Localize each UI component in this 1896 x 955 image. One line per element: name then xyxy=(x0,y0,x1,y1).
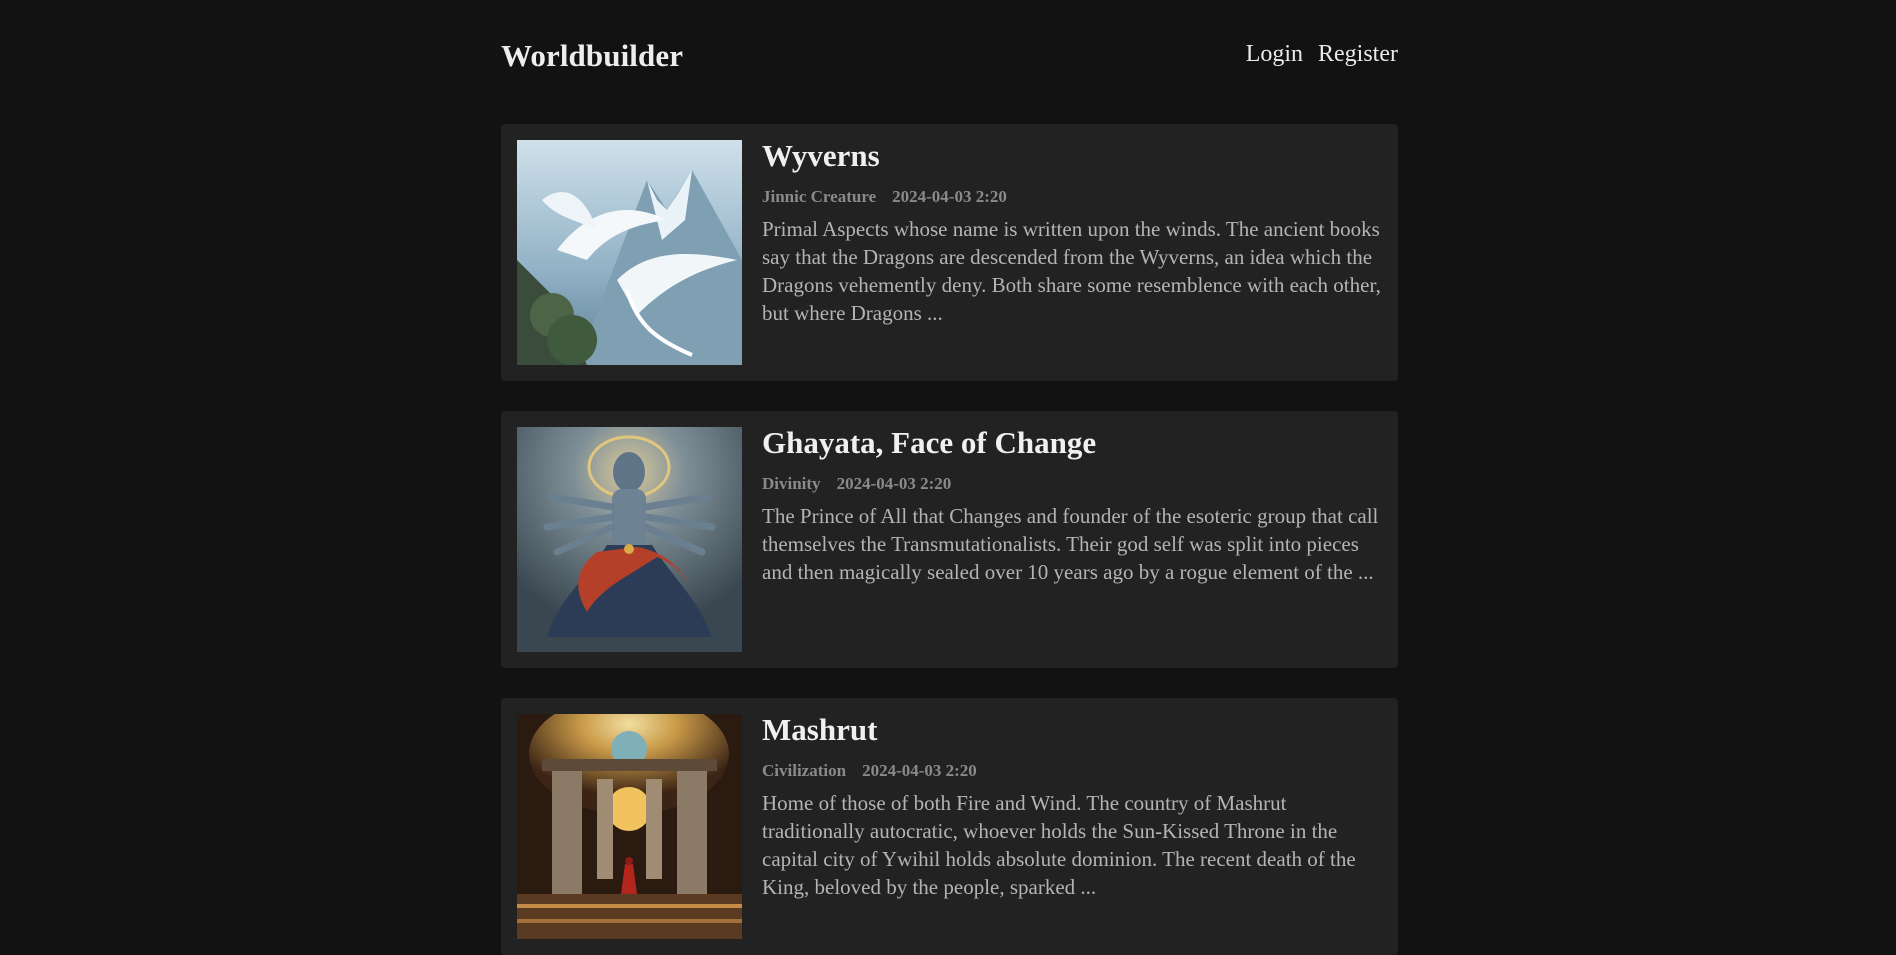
article-category: Jinnic Creature xyxy=(762,186,877,206)
article-excerpt: Primal Aspects whose name is written upo… xyxy=(762,216,1381,325)
article-excerpt: Home of those of both Fire and Wind. The… xyxy=(762,790,1356,899)
article-content: Ghayata, Face of Change Divinity 2024-04… xyxy=(762,426,1384,586)
article-content: Mashrut Civilization 2024-04-03 2:20 Hom… xyxy=(762,713,1384,901)
article-excerpt: The Prince of All that Changes and found… xyxy=(762,503,1379,584)
article-category: Divinity xyxy=(762,473,821,493)
article-title[interactable]: Ghayata, Face of Change xyxy=(762,426,1384,460)
article-card[interactable]: Ghayata, Face of Change Divinity 2024-04… xyxy=(501,411,1398,668)
article-title[interactable]: Mashrut xyxy=(762,713,1384,747)
page-container: Worldbuilder Login Register Wyverns Jinn… xyxy=(501,0,1398,955)
article-meta: Jinnic Creature 2024-04-03 2:20 xyxy=(762,187,1384,207)
article-thumbnail-mashrut[interactable] xyxy=(517,714,742,939)
site-header: Worldbuilder Login Register xyxy=(501,0,1398,112)
auth-nav: Login Register xyxy=(1246,41,1398,68)
login-link[interactable]: Login xyxy=(1246,41,1303,68)
article-thumbnail-ghayata[interactable] xyxy=(517,427,742,652)
article-content: Wyverns Jinnic Creature 2024-04-03 2:20 … xyxy=(762,139,1384,327)
article-thumbnail-wyverns[interactable] xyxy=(517,140,742,365)
article-date: 2024-04-03 2:20 xyxy=(862,760,977,780)
article-date: 2024-04-03 2:20 xyxy=(836,473,952,493)
article-card[interactable]: Wyverns Jinnic Creature 2024-04-03 2:20 … xyxy=(501,124,1398,381)
article-card[interactable]: Mashrut Civilization 2024-04-03 2:20 Hom… xyxy=(501,698,1398,955)
site-logo[interactable]: Worldbuilder xyxy=(501,38,683,74)
article-meta: Civilization 2024-04-03 2:20 xyxy=(762,761,1384,781)
register-link[interactable]: Register xyxy=(1318,41,1398,68)
article-date: 2024-04-03 2:20 xyxy=(892,186,1007,206)
article-meta: Divinity 2024-04-03 2:20 xyxy=(762,474,1384,494)
article-category: Civilization xyxy=(762,760,847,780)
article-title[interactable]: Wyverns xyxy=(762,139,1384,173)
